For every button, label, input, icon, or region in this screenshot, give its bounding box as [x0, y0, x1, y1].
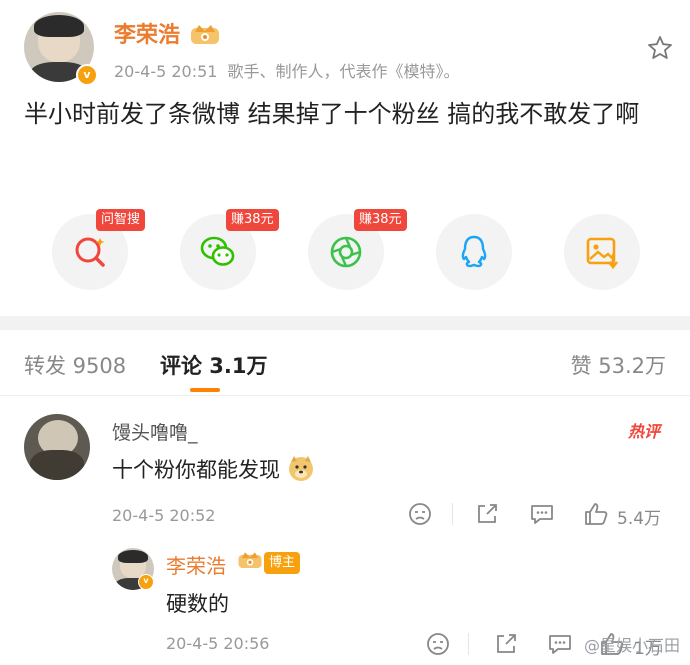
hot-comment-badge: 热评 [628, 422, 661, 441]
reply-crown-badge-icon [238, 552, 262, 569]
tab-likes[interactable]: 赞 53.2万 [571, 350, 666, 380]
watermark: @星娱小石田 [583, 636, 680, 655]
reply-forward-icon[interactable] [492, 630, 520, 658]
forward-icon[interactable] [473, 500, 501, 528]
tab-repost[interactable]: 转发 9508 [24, 350, 126, 380]
qq-icon [461, 235, 487, 268]
interaction-tabs: 转发 9508 评论 3.1万 赞 53.2万 [0, 330, 690, 396]
crown-badge-icon [191, 25, 219, 44]
action-divider [452, 503, 453, 525]
dislike-face-icon[interactable] [406, 500, 434, 528]
tab-comments[interactable]: 评论 3.1万 [160, 350, 268, 380]
commenter-avatar[interactable] [24, 414, 90, 480]
reply-icon[interactable] [528, 500, 556, 528]
commenter-name[interactable]: 馒头噜噜_ [112, 418, 198, 445]
comment-like-count: 5.4万 [617, 509, 662, 529]
post-meta: 20-4-5 20:51 歌手、制作人，代表作《模特》。 [114, 58, 469, 82]
moments-icon [330, 236, 362, 268]
poster-tag: 博主 [264, 552, 301, 574]
reply-reply-icon[interactable] [546, 630, 574, 658]
share-moments-tag: 赚38元 [354, 209, 407, 231]
reply-action-divider [468, 633, 469, 655]
active-tab-indicator [190, 388, 220, 392]
reply-verified-badge-icon: v [138, 574, 154, 590]
share-qq-button[interactable] [436, 214, 512, 290]
doge-emoji-icon [288, 456, 313, 481]
save-image-icon [586, 237, 619, 270]
post-text: 半小时前发了条微博 结果掉了十个粉丝 搞的我不敢发了啊 [24, 100, 640, 128]
like-thumb-icon[interactable] [582, 500, 610, 528]
share-wechat-tag: 赚38元 [226, 209, 279, 231]
reply-text: 硬数的 [166, 592, 229, 616]
reply-dislike-face-icon[interactable] [424, 630, 452, 658]
wechat-icon [200, 236, 235, 266]
search-question-icon [75, 237, 105, 267]
reply-author-name[interactable]: 李荣浩 [166, 550, 226, 579]
post-time: 20-4-5 20:51 [114, 62, 218, 81]
share-wechat-button[interactable]: 赚38元 [180, 209, 279, 290]
section-divider [0, 316, 690, 330]
save-image-button[interactable] [564, 214, 640, 290]
share-row: 问智搜 赚38元 赚38元 [52, 209, 652, 296]
star-outline-icon[interactable] [646, 34, 674, 62]
comment-time: 20-4-5 20:52 [112, 506, 216, 525]
verified-badge-icon: v [76, 64, 98, 86]
share-moments-button[interactable]: 赚38元 [308, 209, 407, 290]
post-header: v 李荣浩 20-4-5 20:51 歌手、制作人，代表作《模特》。 [24, 12, 674, 86]
share-search-button[interactable]: 问智搜 [52, 209, 146, 290]
share-search-tag: 问智搜 [96, 209, 146, 231]
comment-item: 馒头噜噜_ 热评 十个粉你都能发现 20-4-5 20:52 5.4万 [0, 396, 690, 536]
author-name[interactable]: 李荣浩 [114, 17, 180, 49]
reply-time: 20-4-5 20:56 [166, 634, 270, 653]
author-bio: 歌手、制作人，代表作《模特》。 [227, 62, 460, 81]
comment-text: 十个粉你都能发现 [112, 454, 315, 484]
